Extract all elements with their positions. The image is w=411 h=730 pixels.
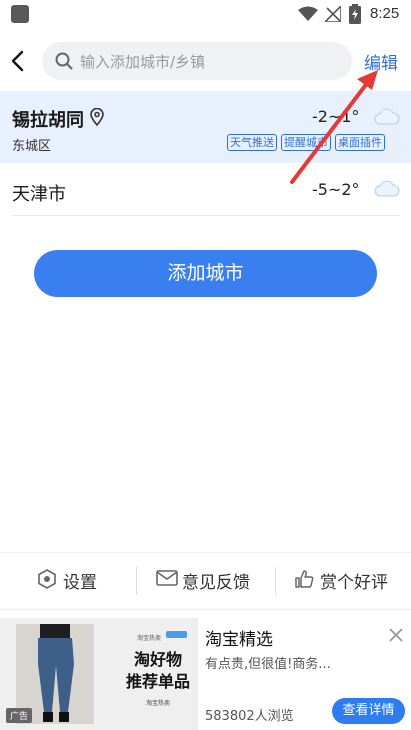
tag-desktop-widget[interactable]: 桌面插件: [335, 134, 385, 151]
city-search-input[interactable]: 输入添加城市/乡镇: [42, 42, 352, 80]
thumbs-up-icon: [295, 570, 314, 588]
status-bar: 8:25: [0, 0, 411, 28]
city-name: 锡拉胡同: [12, 110, 84, 131]
bottom-toolbar: 设置 意见反馈 赏个好评: [0, 553, 411, 609]
ad-view-details-button[interactable]: 查看详情: [332, 698, 405, 724]
mail-icon: [156, 570, 178, 586]
row-divider: [12, 215, 399, 216]
search-placeholder: 输入添加城市/乡镇: [80, 53, 206, 71]
app-notification-icon: [11, 5, 29, 23]
ad-badge: 广告: [6, 708, 33, 723]
ad-image-headline: 推荐单品: [125, 672, 190, 691]
city-name: 天津市: [12, 184, 66, 205]
rate-button[interactable]: 赏个好评: [294, 568, 404, 593]
back-arrow-icon[interactable]: [8, 48, 30, 74]
city-tags: 天气推送 提醒城市 桌面插件: [227, 134, 385, 151]
tag-reminder-city[interactable]: 提醒城市: [281, 134, 331, 151]
city-row[interactable]: 天津市 -5~2°: [0, 163, 411, 216]
search-icon: [55, 52, 73, 70]
toolbar-separator: [275, 567, 276, 595]
ad-image-pill: [166, 631, 187, 638]
ad-title: 淘宝精选: [205, 630, 273, 650]
tag-weather-push[interactable]: 天气推送: [227, 134, 277, 151]
city-district: 东城区: [12, 139, 52, 154]
ad-description: 有点贵,但很值!商务...: [205, 657, 331, 672]
wifi-icon: [298, 6, 318, 21]
location-pin-icon: [90, 108, 104, 126]
feedback-button[interactable]: 意见反馈: [156, 568, 266, 593]
cloud-icon: [374, 108, 400, 125]
close-icon[interactable]: [387, 626, 405, 644]
city-temperature: -5~2°: [312, 180, 360, 199]
status-time: 8:25: [370, 5, 400, 22]
cloud-icon: [374, 180, 400, 197]
edit-button[interactable]: 编辑: [364, 49, 398, 74]
ad-image-headline: 淘好物: [133, 650, 182, 669]
ad-view-count: 583802人浏览: [205, 709, 294, 724]
no-signal-icon: [325, 6, 341, 22]
city-manager-screen: 8:25 输入添加城市/乡镇 编辑 锡拉胡同 东城区 -2~1° 天气推送 提醒…: [0, 0, 411, 730]
ad-banner[interactable]: 淘宝热卖 淘好物 推荐单品 淘宝热卖 广告 淘宝精选 有点贵,但很值!商务...…: [0, 618, 411, 730]
feedback-label: 意见反馈: [182, 573, 250, 593]
settings-label: 设置: [63, 573, 97, 593]
city-temperature: -2~1°: [312, 107, 360, 126]
battery-charging-icon: [349, 4, 361, 24]
city-row-current[interactable]: 锡拉胡同 东城区 -2~1° 天气推送 提醒城市 桌面插件: [0, 91, 411, 163]
ad-divider: [0, 609, 411, 610]
ad-image-small-label: 淘宝热卖: [137, 635, 162, 642]
settings-hexagon-icon: [38, 569, 56, 589]
ad-image-sub-label: 淘宝热卖: [145, 700, 170, 707]
rate-label: 赏个好评: [320, 573, 388, 593]
ad-image: 淘宝热卖 淘好物 推荐单品 淘宝热卖 广告: [0, 618, 198, 730]
toolbar-separator: [136, 567, 137, 595]
add-city-button[interactable]: 添加城市: [34, 250, 377, 297]
settings-button[interactable]: 设置: [37, 568, 107, 593]
